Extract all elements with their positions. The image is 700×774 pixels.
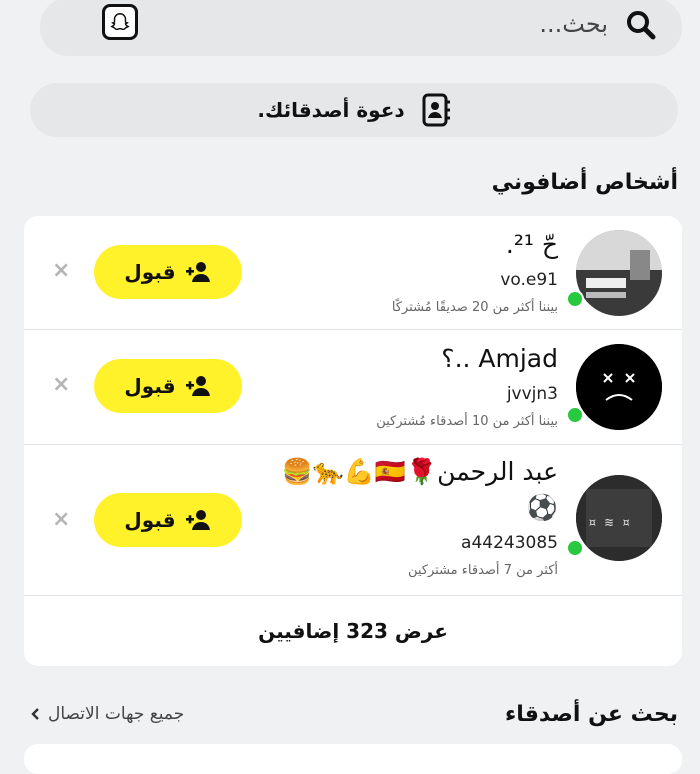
dismiss-button[interactable]: × — [52, 507, 70, 532]
friend-name: عبد الرحمن🌹🇪🇸💪🐆🍔 — [281, 457, 558, 486]
friend-name-line-2: ⚽ — [526, 493, 558, 522]
dismiss-button[interactable]: × — [52, 372, 70, 397]
add-friend-icon — [185, 510, 210, 530]
invite-friends-label: دعوة أصدقائك. — [257, 98, 405, 122]
friend-request-row[interactable]: حّ ²¹. vo.e91 بيننا أكثر من 20 صديقًا مُ… — [24, 216, 682, 330]
added-me-title: أشخاص أضافوني — [491, 170, 678, 195]
friend-name: حّ ²¹. — [505, 230, 558, 259]
find-friends-title: بحث عن أصدقاء — [505, 702, 678, 727]
accept-label: قبول — [124, 508, 176, 532]
search-bar[interactable]: بحث... — [40, 0, 682, 56]
add-friend-icon — [185, 376, 210, 396]
friend-username: vo.e91 — [500, 270, 558, 290]
friend-name: Amjad ..؟ — [441, 344, 558, 373]
mutual-friends-text: أكثر من 7 أصدقاء مشتركين — [407, 563, 558, 578]
friend-username: jvvjn3 — [506, 384, 558, 404]
contacts-book-icon — [422, 93, 450, 127]
accept-button[interactable]: قبول — [94, 493, 242, 547]
all-contacts-label: جميع جهات الاتصال — [48, 704, 185, 724]
snapchat-ghost-icon[interactable] — [102, 4, 138, 40]
online-status-dot — [566, 406, 584, 424]
dismiss-button[interactable]: × — [52, 258, 70, 283]
avatar[interactable] — [576, 344, 662, 430]
friend-request-row[interactable]: ¤ ≋ ¤ عبد الرحمن🌹🇪🇸💪🐆🍔 ⚽ a44243085 أكثر … — [24, 445, 682, 596]
avatar[interactable] — [576, 230, 662, 316]
all-contacts-link[interactable]: جميع جهات الاتصال — [30, 704, 184, 724]
online-status-dot — [566, 539, 584, 557]
avatar[interactable]: ¤ ≋ ¤ — [576, 475, 662, 561]
search-input[interactable]: بحث... — [539, 10, 608, 38]
svg-text:¤ ≋ ¤: ¤ ≋ ¤ — [588, 515, 630, 531]
friend-request-row[interactable]: Amjad ..؟ jvvjn3 بيننا أكثر من 10 أصدقاء… — [24, 330, 682, 445]
mutual-friends-text: بيننا أكثر من 10 أصدقاء مُشتركين — [376, 414, 558, 429]
friend-username: a44243085 — [461, 533, 558, 553]
added-me-card: حّ ²¹. vo.e91 بيننا أكثر من 20 صديقًا مُ… — [24, 216, 682, 666]
accept-label: قبول — [124, 260, 176, 284]
invite-friends-button[interactable]: دعوة أصدقائك. — [30, 83, 678, 137]
add-friend-icon — [185, 262, 210, 282]
accept-label: قبول — [124, 374, 176, 398]
find-friends-card — [24, 744, 682, 774]
accept-button[interactable]: قبول — [94, 245, 242, 299]
show-more-button[interactable]: عرض 323 إضافيين — [24, 596, 682, 666]
online-status-dot — [566, 290, 584, 308]
accept-button[interactable]: قبول — [94, 359, 242, 413]
chevron-left-icon — [31, 708, 39, 720]
mutual-friends-text: بيننا أكثر من 20 صديقًا مُشتركًا — [391, 300, 558, 315]
search-icon — [627, 11, 656, 40]
